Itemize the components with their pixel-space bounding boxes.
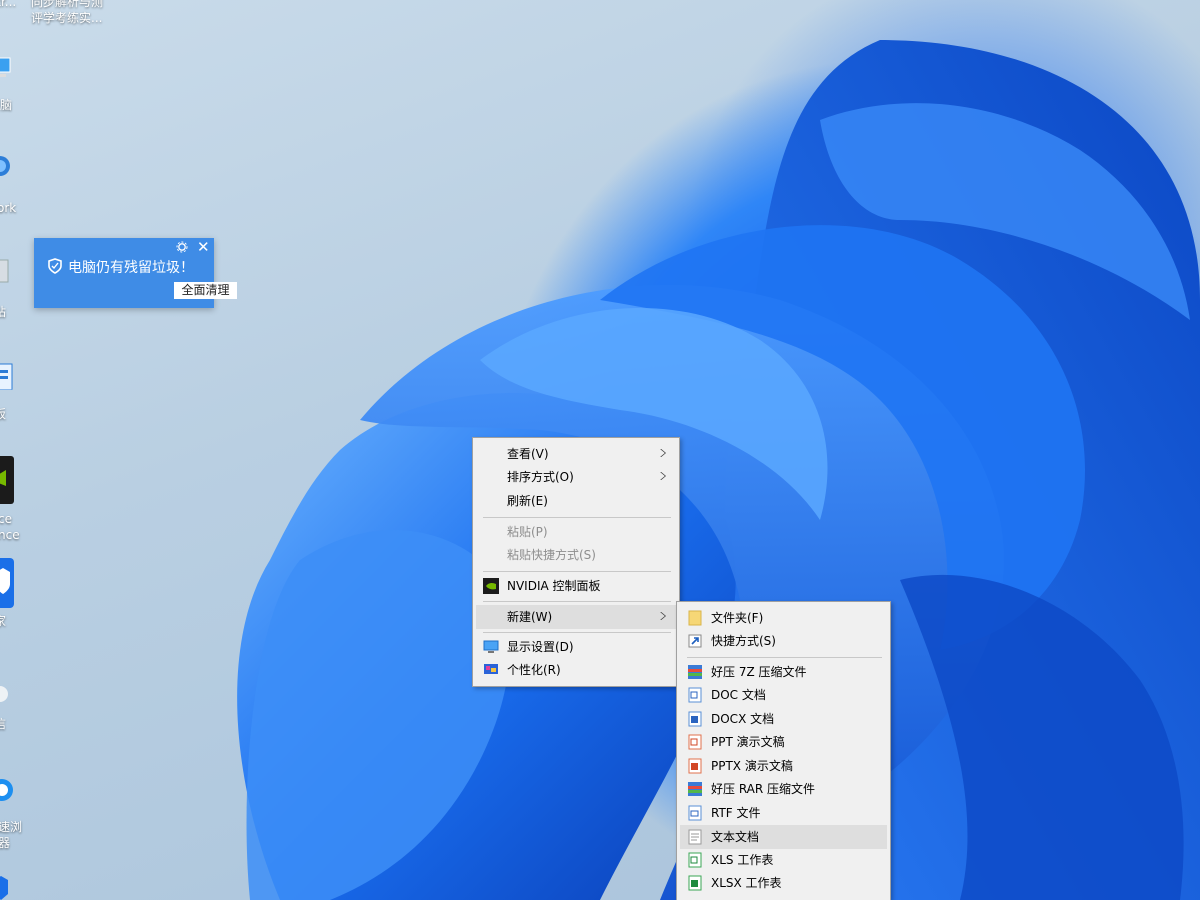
menu-separator (483, 571, 671, 572)
menu-item-paste-shortcut: 粘贴快捷方式(S) (476, 544, 676, 566)
new-item-text[interactable]: 文本文档 (680, 825, 887, 849)
new-item-7z[interactable]: 好压 7Z 压缩文件 (680, 661, 887, 683)
menu-item-label: 新建(W) (507, 610, 553, 624)
shield-icon (0, 558, 14, 608)
shield-icon (0, 876, 8, 900)
menu-item-new[interactable]: 新建(W) (476, 605, 676, 629)
geforce-icon (0, 456, 14, 504)
menu-item-label: 显示设置(D) (507, 640, 574, 654)
menu-item-label: XLS 工作表 (711, 853, 774, 867)
menu-item-label: 排序方式(O) (507, 470, 574, 484)
doc-icon (688, 687, 702, 703)
menu-item-label: NVIDIA 控制面板 (507, 579, 601, 593)
recycle-bin-icon (0, 259, 9, 283)
new-item-xls[interactable]: XLS 工作表 (680, 849, 887, 871)
menu-item-label: PPTX 演示文稿 (711, 759, 793, 773)
menu-separator (687, 657, 882, 658)
desktop-icon-label: str... (0, 0, 17, 9)
new-item-pptx[interactable]: PPTX 演示文稿 (680, 755, 887, 777)
new-item-shortcut[interactable]: 快捷方式(S) (680, 630, 887, 652)
new-item-rar[interactable]: 好压 RAR 压缩文件 (680, 778, 887, 800)
menu-item-view[interactable]: 查看(V) (476, 443, 676, 465)
rtf-icon (688, 805, 702, 821)
desktop-icon-label: ork (0, 201, 17, 215)
xls-icon (688, 852, 702, 868)
menu-item-paste: 粘贴(P) (476, 521, 676, 543)
desktop-icon-label: 站 (0, 305, 7, 319)
menu-item-label: 粘贴(P) (507, 525, 548, 539)
menu-separator (483, 632, 671, 633)
close-icon[interactable]: ✕ (197, 239, 210, 255)
control-panel-icon (0, 363, 13, 390)
desktop-icon-label: ce nce (0, 512, 20, 542)
menu-item-label: 查看(V) (507, 447, 549, 461)
archive-icon (688, 665, 702, 679)
full-cleanup-button[interactable]: 全面清理 (174, 282, 237, 299)
chevron-right-icon (660, 612, 667, 620)
menu-item-label: PPT 演示文稿 (711, 735, 785, 749)
desktop-icon-label: 家 (0, 614, 7, 628)
shield-icon (48, 258, 62, 274)
new-item-ppt[interactable]: PPT 演示文稿 (680, 731, 887, 753)
notification-message: 电脑仍有残留垃圾！ (68, 260, 194, 276)
menu-item-label: 好压 RAR 压缩文件 (711, 782, 816, 796)
desktop-context-menu: 查看(V) 排序方式(O) 刷新(E) 粘贴(P) 粘贴快捷方式(S) NVID… (472, 437, 680, 687)
cleanup-notification: 电脑仍有残留垃圾！ ✕ 全面清理 (34, 238, 237, 308)
menu-item-label: 个性化(R) (507, 663, 561, 677)
desktop-icon-label: 信 (0, 717, 7, 731)
new-item-folder[interactable]: 文件夹(F) (680, 607, 887, 629)
desktop-icon-label: 同步解析与测 评学考练实... (31, 0, 104, 25)
gear-icon[interactable] (176, 241, 188, 253)
shortcut-icon (688, 634, 702, 648)
personalize-icon (484, 664, 498, 674)
new-item-docx[interactable]: DOCX 文档 (680, 708, 887, 730)
menu-item-label: 刷新(E) (507, 494, 548, 508)
menu-item-sort[interactable]: 排序方式(O) (476, 466, 676, 488)
desktop-icon-label: 脑 (0, 98, 13, 112)
menu-item-label: 文件夹(F) (711, 611, 764, 625)
ppt-icon (688, 734, 702, 750)
chat-icon (0, 686, 8, 702)
menu-item-label: 粘贴快捷方式(S) (507, 548, 596, 562)
menu-item-display-settings[interactable]: 显示设置(D) (476, 636, 676, 658)
new-submenu: 文件夹(F) 快捷方式(S) 好压 7Z 压缩文件 DOC 文档 DOCX 文档… (676, 601, 891, 900)
menu-item-label: RTF 文件 (711, 806, 761, 820)
computer-icon (0, 57, 11, 77)
display-icon (483, 640, 499, 653)
menu-item-label: XLSX 工作表 (711, 876, 782, 890)
new-item-xlsx[interactable]: XLSX 工作表 (680, 872, 887, 894)
folder-icon (688, 610, 702, 626)
menu-item-nvidia[interactable]: NVIDIA 控制面板 (476, 575, 676, 597)
new-item-doc[interactable]: DOC 文档 (680, 684, 887, 706)
docx-icon (688, 711, 702, 727)
menu-item-label: DOC 文档 (711, 688, 766, 702)
menu-item-label: 好压 7Z 压缩文件 (711, 665, 807, 679)
pptx-icon (688, 758, 702, 774)
menu-item-label: 文本文档 (711, 830, 760, 844)
nvidia-icon (483, 578, 499, 594)
xlsx-icon (688, 875, 702, 891)
archive-icon (688, 782, 702, 796)
menu-item-label: 快捷方式(S) (711, 634, 776, 648)
browser-icon (0, 779, 13, 801)
desktop-icon-label: 速浏 器 (0, 820, 23, 850)
new-item-rtf[interactable]: RTF 文件 (680, 802, 887, 824)
chevron-right-icon (660, 472, 667, 480)
chevron-right-icon (660, 449, 667, 457)
menu-item-refresh[interactable]: 刷新(E) (476, 490, 676, 512)
menu-item-personalize[interactable]: 个性化(R) (476, 659, 676, 681)
desktop-icon-label: 板 (0, 407, 7, 421)
network-icon (0, 156, 10, 176)
menu-separator (483, 601, 671, 602)
menu-separator (483, 517, 671, 518)
menu-item-label: DOCX 文档 (711, 712, 775, 726)
text-icon (688, 829, 702, 845)
